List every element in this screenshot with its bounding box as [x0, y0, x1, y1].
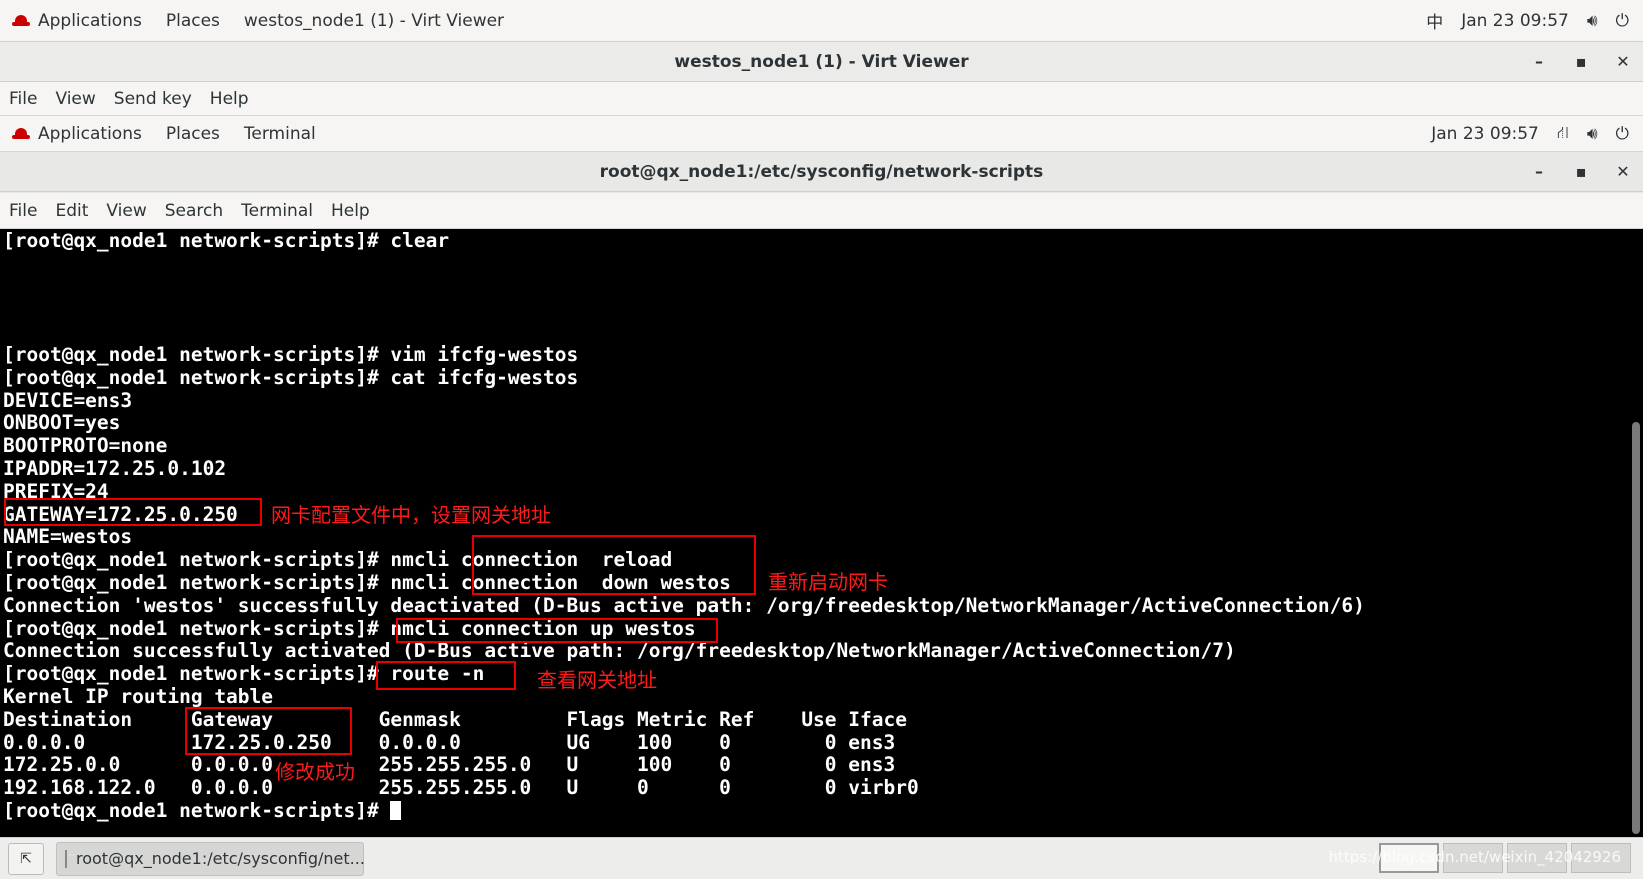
taskbar-terminal-label: root@qx_node1:/etc/sysconfig/net...	[76, 849, 365, 868]
terminal-line: DEVICE=ens3	[3, 388, 133, 412]
host-applications-label: Applications	[38, 10, 142, 31]
guest-terminal-app-menu[interactable]: Terminal	[232, 124, 328, 144]
taskbar: ⇱ root@qx_node1:/etc/sysconfig/net... ht…	[0, 837, 1643, 879]
annotation-box-restart	[472, 535, 756, 595]
guest-redhat-logo-icon	[12, 127, 30, 140]
viewer-close-button[interactable]: ✕	[1615, 52, 1631, 71]
terminal-line: BOOTPROTO=none	[3, 434, 168, 458]
terminal-line: Connection 'westos' successfully deactiv…	[3, 593, 1365, 617]
terminal-line: [root@qx_node1 network-scripts]# clear	[3, 229, 450, 252]
show-desktop-icon: ⇱	[20, 850, 32, 867]
terminal-line: ONBOOT=yes	[3, 411, 121, 435]
host-window-title-menu[interactable]: westos_node1 (1) - Virt Viewer	[232, 11, 516, 31]
guest-applications-label: Applications	[38, 123, 142, 144]
terminal-line: [root@qx_node1 network-scripts]# route -…	[3, 662, 485, 686]
terminal-line: [root@qx_node1 network-scripts]# cat ifc…	[3, 365, 579, 389]
guest-power-icon[interactable]: ⏻	[1616, 124, 1629, 144]
terminal-icon	[65, 849, 75, 868]
viewer-menu-file[interactable]: File	[0, 89, 46, 109]
volume-icon[interactable]: 🔊︎	[1587, 11, 1598, 31]
viewer-menu-view[interactable]: View	[46, 89, 104, 109]
terminal-minimize-button[interactable]: –	[1531, 162, 1547, 181]
terminal-prompt: [root@qx_node1 network-scripts]#	[3, 798, 391, 822]
guest-volume-icon[interactable]: 🔊︎	[1587, 124, 1598, 144]
terminal-line: [root@qx_node1 network-scripts]# vim ifc…	[3, 342, 579, 366]
annotation-box-gateway-value	[185, 707, 352, 755]
terminal-cursor	[390, 800, 402, 820]
csdn-watermark: https://blog.csdn.net/weixin_42042926	[1328, 848, 1621, 866]
input-method-indicator[interactable]: 中	[1426, 8, 1443, 33]
viewer-minimize-button[interactable]: –	[1531, 52, 1547, 71]
terminal-menu-terminal[interactable]: Terminal	[232, 201, 322, 221]
guest-places-menu[interactable]: Places	[154, 124, 232, 144]
viewer-window-title: westos_node1 (1) - Virt Viewer	[674, 51, 969, 72]
annotation-modified-ok: 修改成功	[275, 760, 355, 784]
host-places-menu[interactable]: Places	[154, 11, 232, 31]
annotation-box-route	[376, 661, 516, 690]
terminal-scrollbar[interactable]	[1632, 422, 1640, 834]
guest-top-bar: Applications Places Terminal Jan 23 09:5…	[0, 116, 1643, 152]
terminal-line: Connection successfully activated (D-Bus…	[3, 639, 1236, 663]
terminal-menubar: File Edit View Search Terminal Help	[0, 193, 1643, 229]
terminal-window-title: root@qx_node1:/etc/sysconfig/network-scr…	[599, 161, 1044, 182]
terminal-line: IPADDR=172.25.0.102	[3, 456, 227, 480]
terminal-menu-help[interactable]: Help	[322, 201, 379, 221]
terminal-menu-file[interactable]: File	[0, 201, 46, 221]
terminal-maximize-button[interactable]: ▪	[1573, 162, 1589, 181]
viewer-menu-help[interactable]: Help	[201, 89, 258, 109]
terminal-line: Kernel IP routing table	[3, 684, 274, 708]
network-icon[interactable]: ⛙	[1557, 123, 1569, 145]
host-clock[interactable]: Jan 23 09:57	[1461, 11, 1569, 31]
host-applications-menu[interactable]: Applications	[0, 11, 154, 31]
terminal-line: [root@qx_node1 network-scripts]# nmcli c…	[3, 616, 696, 640]
annotation-box-gateway-config	[4, 498, 262, 526]
guest-applications-menu[interactable]: Applications	[0, 124, 154, 144]
taskbar-terminal-button[interactable]: root@qx_node1:/etc/sysconfig/net...	[56, 841, 365, 876]
terminal-line: 192.168.122.0 0.0.0.0 255.255.255.0 U 0 …	[3, 776, 919, 800]
redhat-logo-icon	[12, 14, 30, 27]
terminal-close-button[interactable]: ✕	[1615, 162, 1631, 181]
annotation-box-connection-up	[396, 618, 718, 643]
terminal-prompt-line: [root@qx_node1 network-scripts]#	[3, 798, 1643, 823]
terminal-titlebar: root@qx_node1:/etc/sysconfig/network-scr…	[0, 152, 1643, 192]
annotation-restart-nic: 重新启动网卡	[768, 570, 888, 594]
annotation-view-gateway: 查看网关地址	[537, 668, 657, 692]
guest-clock[interactable]: Jan 23 09:57	[1431, 124, 1539, 144]
host-top-bar: Applications Places westos_node1 (1) - V…	[0, 0, 1643, 42]
terminal-line: NAME=westos	[3, 525, 133, 549]
power-icon[interactable]: ⏻	[1616, 11, 1629, 31]
viewer-titlebar: westos_node1 (1) - Virt Viewer – ▪ ✕	[0, 42, 1643, 82]
terminal-line: 172.25.0.0 0.0.0.0 255.255.255.0 U 100 0…	[3, 753, 896, 777]
terminal-menu-edit[interactable]: Edit	[46, 201, 97, 221]
annotation-gateway-config: 网卡配置文件中，设置网关地址	[271, 503, 551, 527]
show-desktop-button[interactable]: ⇱	[8, 842, 44, 875]
viewer-maximize-button[interactable]: ▪	[1573, 52, 1589, 71]
terminal-menu-view[interactable]: View	[97, 201, 155, 221]
viewer-menubar: File View Send key Help	[0, 82, 1643, 116]
viewer-menu-send-key[interactable]: Send key	[105, 89, 201, 109]
terminal-menu-search[interactable]: Search	[156, 201, 232, 221]
